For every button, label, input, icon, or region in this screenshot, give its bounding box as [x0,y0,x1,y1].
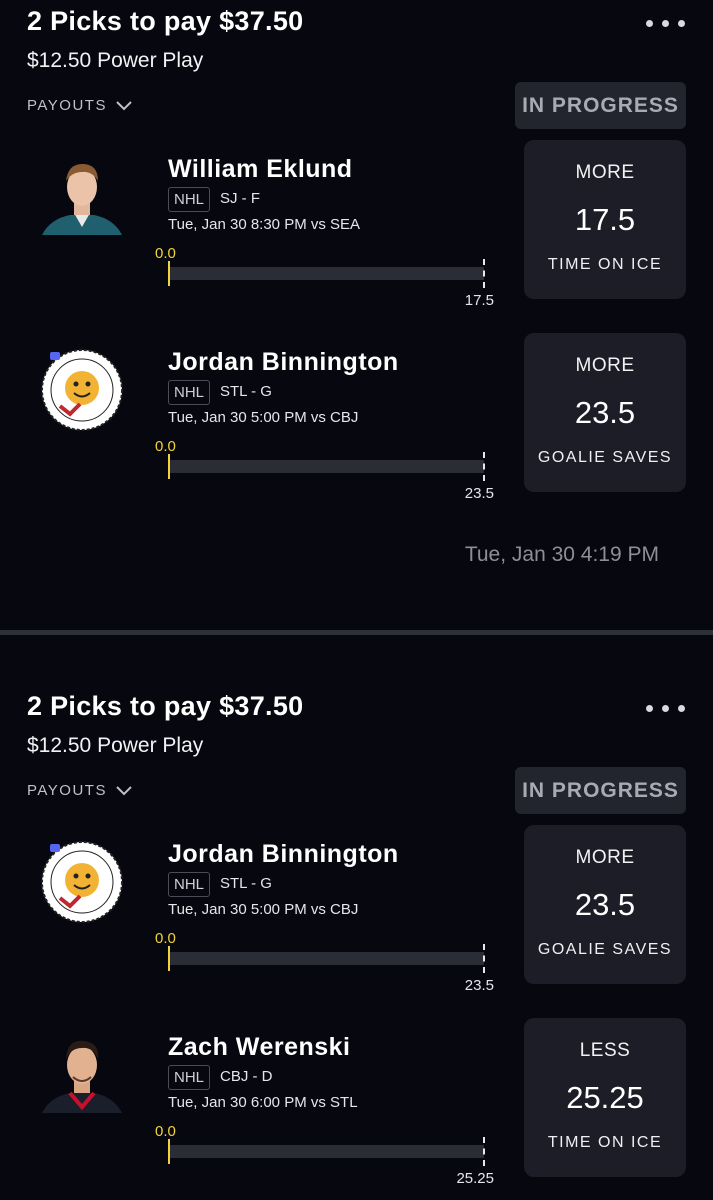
target-value: 25.25 [456,1170,494,1187]
projection-box[interactable]: MORE 17.5 TIME ON ICE [524,140,686,299]
game-info: Tue, Jan 30 5:00 PM vs CBJ [168,901,359,918]
current-value: 0.0 [155,245,176,262]
current-value: 0.0 [155,930,176,947]
target-marker [483,259,485,288]
more-options-icon[interactable] [646,20,685,27]
projection-line: 23.5 [574,395,636,430]
entry-title: 2 Picks to pay $37.50 [27,691,304,721]
progress-fill [168,946,170,971]
team-position: CBJ - D [220,1068,273,1085]
target-value: 23.5 [464,485,494,502]
game-info: Tue, Jan 30 8:30 PM vs SEA [168,216,361,233]
status-badge: IN PROGRESS [515,767,686,814]
projection-line: 23.5 [574,887,636,922]
more-options-icon[interactable] [646,705,685,712]
team-position: STL - G [220,875,272,892]
payouts-label: PAYOUTS [27,97,107,114]
payouts-toggle[interactable]: PAYOUTS [27,97,133,114]
chevron-down-icon [116,785,132,795]
pick-row: William Eklund NHL SJ - F Tue, Jan 30 8:… [0,140,713,325]
team-position: STL - G [220,383,272,400]
entry-title: 2 Picks to pay $37.50 [27,6,304,36]
projection-line: 25.25 [566,1080,644,1115]
player-name[interactable]: Jordan Binnington [168,840,399,869]
progress-fill [168,1139,170,1164]
progress-fill [168,261,170,286]
entry-divider [0,630,713,635]
league-tag: NHL [168,187,211,212]
progress-bar [168,259,485,288]
player-headshot-icon [42,163,122,235]
pick-row: Jordan Binnington NHL STL - G Tue, Jan 3… [0,825,713,1010]
target-value: 17.5 [464,292,494,309]
progress-fill [168,454,170,479]
target-marker [483,944,485,973]
player-headshot-icon [42,1040,122,1113]
discord-voted-badge-icon [41,841,123,923]
progress-bar [168,1137,485,1166]
pick-row: Zach Werenski NHL CBJ - D Tue, Jan 30 6:… [0,1018,713,1200]
stat-type: TIME ON ICE [547,256,663,273]
projection-box[interactable]: LESS 25.25 TIME ON ICE [524,1018,686,1177]
stat-type: GOALIE SAVES [537,449,673,466]
progress-bar [168,452,485,481]
target-marker [483,1137,485,1166]
status-badge: IN PROGRESS [515,82,686,129]
league-tag: NHL [168,1065,211,1090]
stat-type: TIME ON ICE [547,1134,663,1151]
entry-timestamp: Tue, Jan 30 4:19 PM [464,543,659,566]
current-value: 0.0 [155,438,176,455]
chevron-down-icon [116,100,132,110]
progress-bar [168,944,485,973]
projection-box[interactable]: MORE 23.5 GOALIE SAVES [524,333,686,492]
payouts-toggle[interactable]: PAYOUTS [27,782,133,799]
pick-direction: MORE [575,355,635,376]
player-name[interactable]: William Eklund [168,155,353,184]
pick-direction: LESS [579,1040,631,1061]
player-name[interactable]: Zach Werenski [168,1033,351,1062]
entry-subtitle: $12.50 Power Play [27,734,204,757]
pick-direction: MORE [575,162,635,183]
league-tag: NHL [168,872,211,897]
target-marker [483,452,485,481]
league-tag: NHL [168,380,211,405]
pick-row: Jordan Binnington NHL STL - G Tue, Jan 3… [0,333,713,518]
current-value: 0.0 [155,1123,176,1140]
projection-box[interactable]: MORE 23.5 GOALIE SAVES [524,825,686,984]
game-info: Tue, Jan 30 6:00 PM vs STL [168,1094,358,1111]
target-value: 23.5 [464,977,494,994]
game-info: Tue, Jan 30 5:00 PM vs CBJ [168,409,359,426]
team-position: SJ - F [220,190,260,207]
entry-subtitle: $12.50 Power Play [27,49,204,72]
discord-voted-badge-icon [41,349,123,431]
projection-line: 17.5 [574,202,636,237]
payouts-label: PAYOUTS [27,782,107,799]
pick-direction: MORE [575,847,635,868]
stat-type: GOALIE SAVES [537,941,673,958]
player-name[interactable]: Jordan Binnington [168,348,399,377]
